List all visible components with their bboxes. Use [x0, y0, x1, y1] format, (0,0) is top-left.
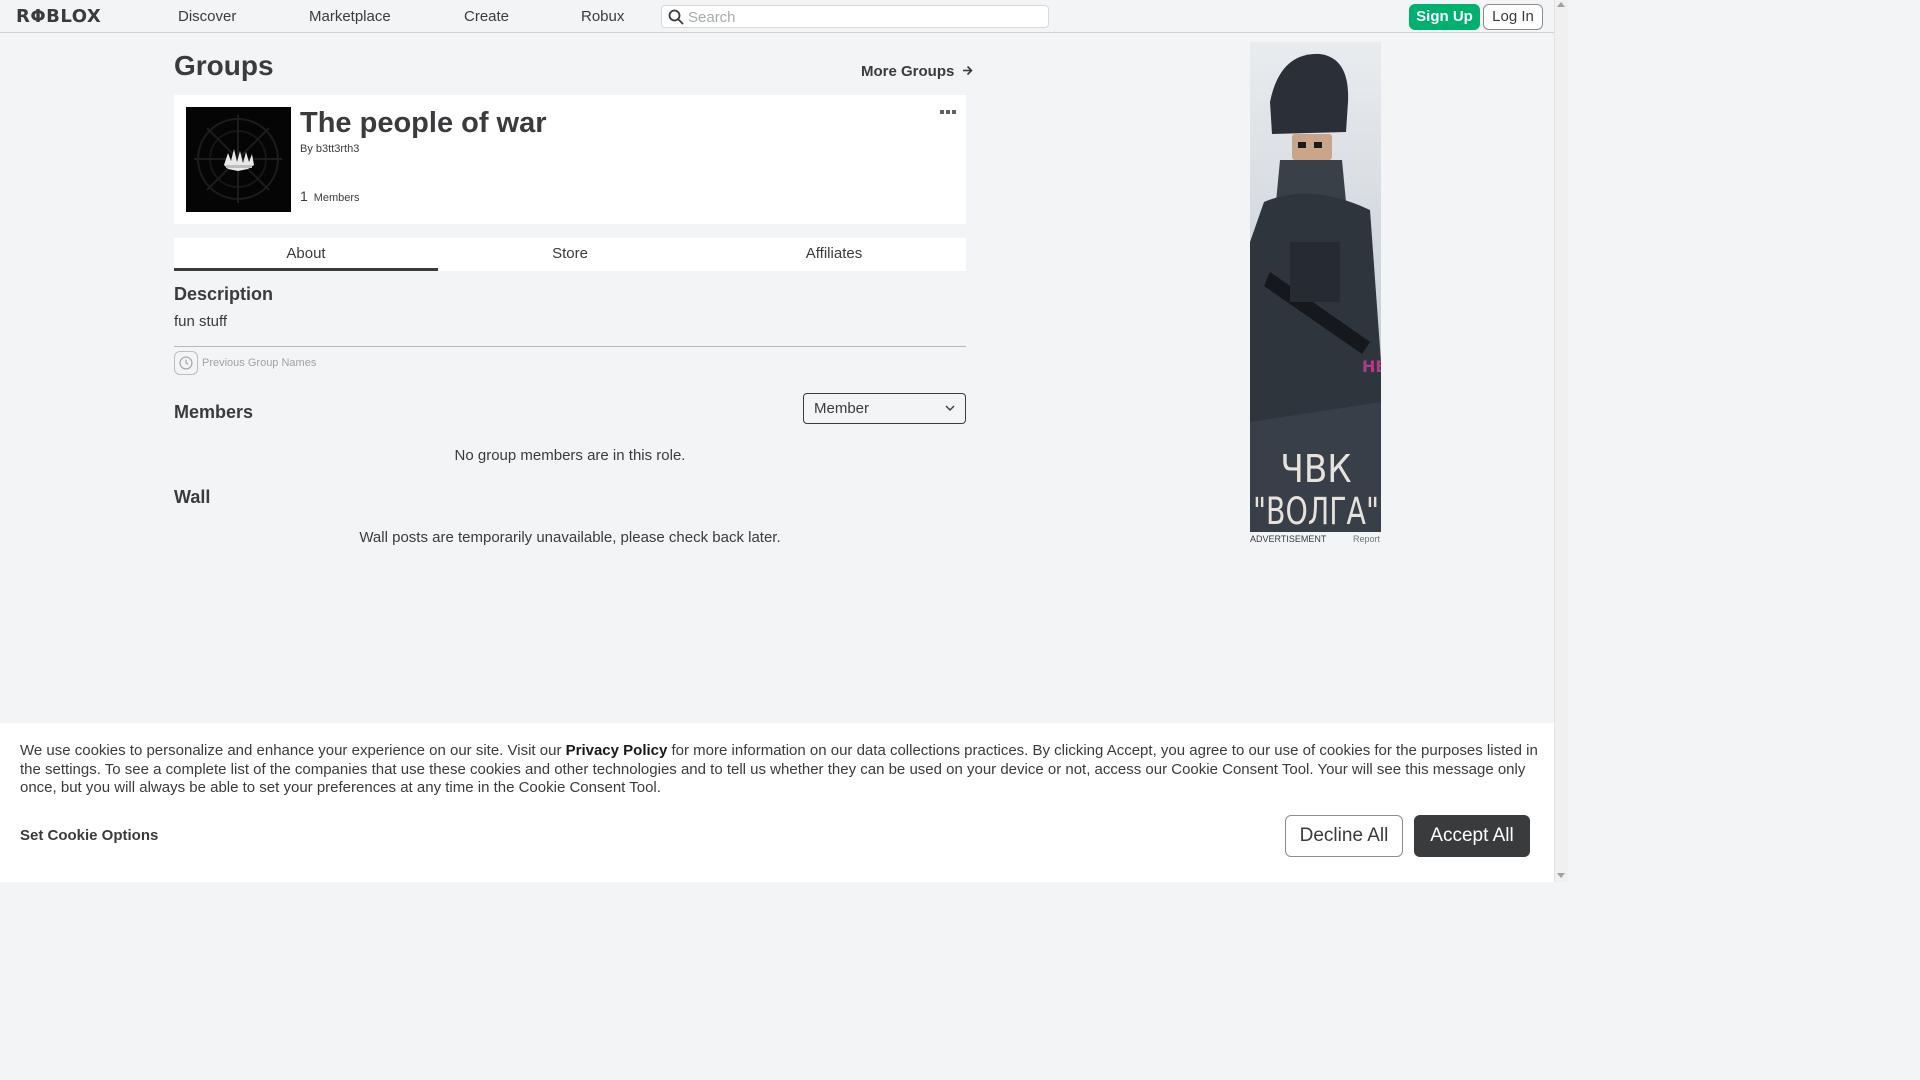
ad-art-text-line2: "ВОЛГА"	[1253, 490, 1379, 532]
cookie-text-part1: We use cookies to personalize and enhanc…	[20, 742, 566, 759]
scroll-up-arrow-icon[interactable]	[1557, 2, 1565, 7]
wall-title: Wall	[174, 487, 211, 507]
no-members-message: No group members are in this role.	[454, 447, 686, 464]
advertisement-caption: ADVERTISEMENT	[1250, 534, 1327, 544]
set-cookie-options-link[interactable]: Set Cookie Options	[20, 827, 158, 844]
group-owner: By b3tt3rth3	[300, 143, 359, 155]
more-groups-link[interactable]: More Groups	[861, 63, 973, 80]
member-count-value: 1	[300, 188, 308, 204]
tab-about[interactable]: About	[174, 238, 438, 271]
privacy-policy-link[interactable]: Privacy Policy	[566, 742, 668, 759]
description-title: Description	[174, 284, 274, 304]
previous-names-label: Previous Group Names	[202, 357, 317, 369]
group-header-card: The people of war By b3tt3rth3 1 Members	[174, 95, 966, 224]
group-emblem-art	[186, 107, 291, 212]
group-emblem[interactable]	[186, 107, 291, 212]
tab-affiliates[interactable]: Affiliates	[702, 238, 966, 271]
advertisement-banner[interactable]: HE ЧВК "ВОЛГА"	[1250, 42, 1381, 532]
description-text: fun stuff	[174, 313, 228, 330]
wall-unavailable-message: Wall posts are temporarily unavailable, …	[359, 529, 781, 546]
log-in-button[interactable]: Log In	[1483, 4, 1543, 30]
members-title: Members	[174, 402, 254, 422]
role-dropdown[interactable]: Member	[803, 393, 966, 424]
ad-art-fragment: HE	[1362, 357, 1381, 376]
page-title: Groups	[174, 50, 274, 81]
more-groups-label: More Groups	[861, 63, 955, 80]
nav-robux[interactable]: Robux	[581, 8, 624, 25]
chevron-down-icon	[945, 405, 955, 411]
page-scrollbar[interactable]	[1554, 0, 1568, 882]
roblox-logo[interactable]: RΦBLOX	[16, 6, 101, 27]
cookie-banner: We use cookies to personalize and enhanc…	[0, 723, 1554, 882]
ad-art-text-line1: ЧВК	[1280, 447, 1351, 491]
group-tabs: About Store Affiliates	[174, 238, 966, 271]
tab-store[interactable]: Store	[438, 238, 702, 271]
advertisement-image: HE ЧВК "ВОЛГА"	[1250, 42, 1381, 532]
cookie-message: We use cookies to personalize and enhanc…	[20, 742, 1540, 798]
scroll-down-arrow-icon[interactable]	[1557, 873, 1565, 878]
decline-all-button[interactable]: Decline All	[1285, 815, 1403, 857]
role-dropdown-value: Member	[814, 400, 870, 417]
nav-marketplace[interactable]: Marketplace	[309, 8, 391, 25]
sign-up-button[interactable]: Sign Up	[1409, 4, 1480, 30]
member-count-label: Members	[313, 192, 360, 204]
member-count: 1 Members	[300, 188, 360, 204]
owner-link[interactable]: b3tt3rth3	[316, 143, 359, 155]
top-nav: RΦBLOX Discover Marketplace Create Robux…	[0, 0, 1554, 33]
more-options-icon[interactable]	[940, 109, 956, 115]
arrow-right-icon	[962, 65, 973, 76]
ad-report-link[interactable]: Report	[1353, 534, 1380, 544]
search-input[interactable]	[688, 8, 1038, 26]
by-label: By	[300, 143, 313, 155]
nav-create[interactable]: Create	[464, 8, 509, 25]
search-box	[661, 5, 1049, 28]
divider	[174, 346, 966, 347]
group-name: The people of war	[300, 107, 547, 139]
history-icon	[174, 351, 198, 375]
nav-discover[interactable]: Discover	[178, 8, 236, 25]
accept-all-button[interactable]: Accept All	[1414, 815, 1530, 857]
search-icon	[668, 9, 684, 25]
